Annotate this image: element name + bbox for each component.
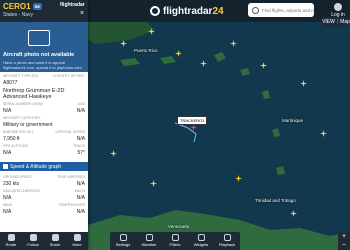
track-value: 57° bbox=[77, 150, 85, 156]
ground-speed-value: 230 kts bbox=[3, 181, 20, 187]
logo-text: flightradar bbox=[163, 5, 213, 17]
playback-button[interactable]: Playback bbox=[214, 232, 240, 250]
wind-value: N/A bbox=[3, 209, 12, 215]
route-button[interactable]: Route bbox=[0, 232, 22, 250]
graph-icon bbox=[3, 164, 8, 169]
logo-icon bbox=[150, 6, 160, 16]
ias-value: N/A bbox=[3, 195, 12, 201]
map-view-label: Map bbox=[340, 19, 350, 25]
search-icon bbox=[252, 6, 259, 14]
plane-icon[interactable] bbox=[290, 210, 297, 217]
settings-button[interactable]: Settings bbox=[110, 232, 136, 250]
follow-button[interactable]: Follow bbox=[22, 232, 44, 250]
more-button[interactable]: More bbox=[66, 232, 88, 250]
place-label: Trinidad and Tobago bbox=[255, 198, 296, 203]
plane-icon[interactable] bbox=[300, 80, 307, 87]
age-value: N/A bbox=[76, 108, 85, 114]
aircraft-name: Northrop Grumman E-2D Advanced Hawkeye bbox=[3, 88, 65, 100]
share-button[interactable]: Share bbox=[44, 232, 66, 250]
login-button[interactable]: Log in bbox=[328, 3, 348, 18]
gear-icon bbox=[119, 234, 127, 241]
map-toolbar: Settings Weather Filters Widgets Playbac… bbox=[110, 232, 240, 250]
place-label: Venezuela bbox=[168, 224, 190, 229]
widgets-icon bbox=[197, 234, 205, 241]
widgets-button[interactable]: Widgets bbox=[188, 232, 214, 250]
panel-bottom-nav: Route Follow Share More bbox=[0, 232, 88, 250]
baro-value: 7,950 ft bbox=[3, 136, 20, 142]
true-airspeed-value: N/A bbox=[76, 181, 85, 187]
vspeed-value: N/A bbox=[76, 136, 85, 142]
photo-note: Have a photo and want it to appear fligh… bbox=[3, 60, 82, 70]
search-input[interactable] bbox=[262, 7, 314, 13]
filter-icon bbox=[171, 234, 179, 241]
panel-header: CERO1 BE States - Navy flightradar × bbox=[0, 0, 88, 22]
callsign-badge: BE bbox=[32, 3, 43, 11]
user-icon bbox=[334, 3, 342, 11]
share-icon bbox=[51, 234, 59, 241]
view-label: VIEW bbox=[322, 19, 335, 25]
zoom-in-button[interactable]: + bbox=[338, 232, 350, 241]
selected-plane-icon[interactable] bbox=[190, 124, 197, 131]
plane-icon[interactable] bbox=[260, 62, 267, 69]
place-label: Martinique bbox=[282, 118, 304, 123]
plane-icon[interactable] bbox=[150, 180, 157, 187]
callsign: CERO1 BE bbox=[3, 2, 43, 11]
plane-icon[interactable] bbox=[200, 60, 207, 67]
search-box[interactable] bbox=[248, 3, 314, 17]
playback-icon bbox=[223, 234, 231, 241]
zoom-out-button[interactable]: − bbox=[338, 241, 350, 250]
temp-value: N/A bbox=[76, 209, 85, 215]
gps-value: N/A bbox=[3, 150, 12, 156]
plane-icon[interactable] bbox=[230, 40, 237, 47]
logo[interactable]: flightradar 24 bbox=[150, 3, 224, 19]
no-photo-icon bbox=[28, 30, 50, 46]
speed-altitude-graph-button[interactable]: Speed & Altitude graph bbox=[0, 162, 88, 171]
place-label: Puerto Rico bbox=[134, 48, 158, 53]
view-separator: | bbox=[336, 19, 339, 25]
more-icon bbox=[73, 234, 81, 241]
zoom-control: + − bbox=[338, 232, 350, 250]
plane-icon[interactable] bbox=[148, 28, 155, 35]
flight-info-panel: CERO1 BE States - Navy flightradar × Airc… bbox=[0, 0, 88, 250]
close-icon[interactable]: × bbox=[80, 10, 84, 17]
flight-fields: AIRCRAFT TYPE (E2) COUNTRY OF REG. A8077 … bbox=[3, 74, 85, 156]
plane-icon[interactable] bbox=[120, 40, 127, 47]
follow-icon bbox=[29, 234, 37, 241]
weather-icon bbox=[145, 234, 153, 241]
route-icon bbox=[7, 234, 15, 241]
logo-accent: 24 bbox=[212, 5, 224, 17]
operator: States - Navy bbox=[3, 12, 34, 18]
speed-fields: GROUND SPEED TRUE AIRSPEED 230 kts N/A IND… bbox=[3, 175, 85, 215]
hex-value: A8077 bbox=[3, 80, 18, 86]
panel-logo: flightradar bbox=[60, 2, 85, 8]
category-value: Military or government bbox=[3, 122, 53, 128]
view-button[interactable]: VIEW | Map bbox=[322, 17, 350, 27]
plane-icon[interactable] bbox=[235, 175, 242, 182]
plane-icon[interactable] bbox=[320, 130, 327, 137]
plane-icon[interactable] bbox=[110, 150, 117, 157]
photo-area: Aircraft photo not available Have a phot… bbox=[0, 22, 88, 72]
serial-value: N/A bbox=[3, 108, 12, 114]
weather-button[interactable]: Weather bbox=[136, 232, 162, 250]
tracked-flight-label[interactable]: TRACKERO1 bbox=[177, 116, 208, 125]
mach-value: N/A bbox=[76, 195, 85, 201]
plane-icon[interactable] bbox=[175, 50, 182, 57]
filters-button[interactable]: Filters bbox=[162, 232, 188, 250]
photo-title: Aircraft photo not available bbox=[3, 52, 75, 58]
